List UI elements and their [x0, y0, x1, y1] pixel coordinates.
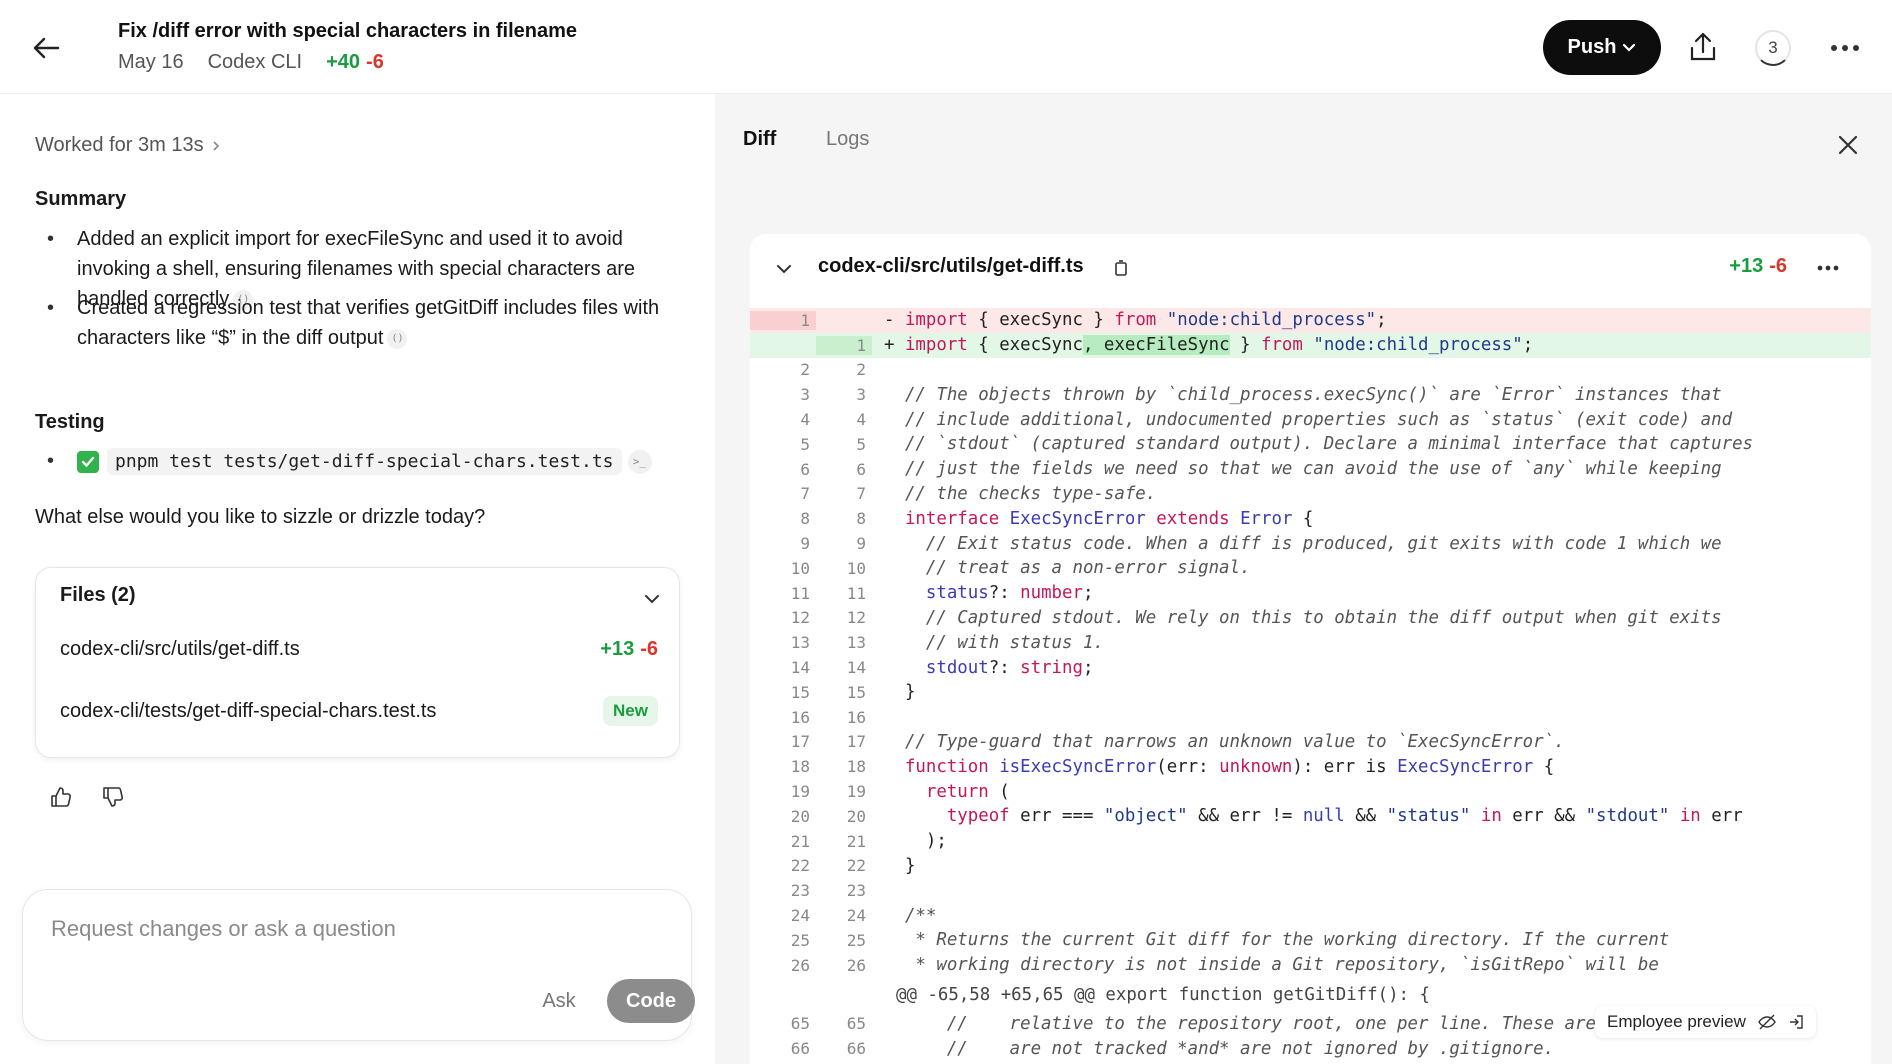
diff-file-header: codex-cli/src/utils/get-diff.ts +13 -6	[750, 234, 1871, 302]
file-row[interactable]: codex-cli/tests/get-diff-special-chars.t…	[60, 696, 658, 726]
summary-list-2: Created a regression test that verifies …	[35, 293, 685, 353]
task-title: Fix /diff error with special characters …	[118, 20, 578, 42]
thumbs-up-icon[interactable]	[48, 784, 74, 810]
feedback-buttons	[48, 784, 126, 810]
push-label: Push	[1567, 36, 1617, 58]
diff-line: 33 // The objects thrown by `child_proce…	[800, 384, 1722, 405]
diff-line-added: 1 + import { execSync, execFileSync } fro…	[750, 332, 1871, 358]
summary-heading: Summary	[35, 188, 127, 210]
push-button[interactable]: Push	[1543, 20, 1661, 75]
file-stat: +13 -6	[600, 638, 658, 660]
diff-line: 66 // just the fields we need so that we…	[800, 459, 1722, 480]
ask-button[interactable]: Ask	[519, 980, 599, 1022]
diff-line: 23 23	[790, 881, 866, 901]
test-command: pnpm test tests/get-diff-special-chars.t…	[107, 448, 622, 475]
diff-line: 12 12 // Captured stdout. We rely on this…	[790, 607, 1722, 628]
back-arrow-icon[interactable]	[26, 28, 66, 68]
progress-ring	[1755, 30, 1791, 66]
test-item: • pnpm test tests/get-diff-special-chars…	[35, 448, 652, 475]
task-source: Codex CLI	[207, 51, 303, 73]
diff-line: 16 16	[790, 707, 866, 727]
file-path: codex-cli/tests/get-diff-special-chars.t…	[60, 699, 437, 722]
collapse-chevron-icon[interactable]	[772, 257, 796, 281]
diff-stat: +13 -6	[1729, 255, 1787, 277]
diff-file-path: codex-cli/src/utils/get-diff.ts	[818, 255, 1084, 277]
file-path: codex-cli/src/utils/get-diff.ts	[60, 638, 300, 660]
diff-line: 26 26 * working directory is not inside a…	[790, 955, 1659, 976]
diff-line: 14 14 stdout?: string;	[790, 657, 1094, 678]
diff-line: 22 22 }	[790, 855, 916, 876]
close-icon[interactable]	[1833, 130, 1863, 160]
tab-logs[interactable]: Logs	[826, 128, 869, 151]
diff-line: 18 18 function isExecSyncError(err: unkno…	[790, 756, 1555, 777]
composer: Ask Code	[22, 889, 695, 1041]
diff-line: 25 25 * Returns the current Git diff for …	[790, 930, 1670, 951]
task-meta: May 16 Codex CLI +40 -6	[118, 51, 384, 74]
tab-diff[interactable]: Diff	[743, 128, 776, 151]
deletions-count: -6	[366, 51, 384, 73]
task-date: May 16	[118, 51, 184, 73]
chevron-down-icon[interactable]	[639, 586, 665, 612]
diff-line: 19 19 return (	[790, 781, 1010, 802]
check-icon	[77, 450, 99, 473]
diff-line: 17 17 // Type-guard that narrows an unkno…	[790, 731, 1565, 752]
thumbs-down-icon[interactable]	[100, 784, 126, 810]
employee-preview-badge[interactable]: Employee preview	[1595, 1006, 1816, 1038]
file-row[interactable]: codex-cli/src/utils/get-diff.ts +13 -6	[60, 638, 658, 661]
code-button[interactable]: Code	[607, 979, 695, 1023]
diff-line: 99 // Exit status code. When a diff is p…	[800, 533, 1722, 554]
more-options-icon[interactable]	[1811, 254, 1845, 282]
diff-line: 11 11 status?: number;	[790, 583, 1094, 604]
worked-duration[interactable]: Worked for 3m 13s	[35, 134, 220, 157]
diff-line: 77 // the checks type-safe.	[800, 483, 1157, 504]
chevron-right-icon	[213, 140, 219, 151]
copy-icon[interactable]	[1110, 257, 1132, 279]
request-input[interactable]	[51, 916, 651, 942]
chevron-down-icon	[1623, 43, 1636, 52]
files-card: Files (2) codex-cli/src/utils/get-diff.t…	[35, 567, 680, 758]
diff-line: 66 66 // are not tracked *and* are not ig…	[790, 1038, 1555, 1059]
diff-line: 10 10 // treat as a non-error signal.	[790, 558, 1251, 579]
diff-card: codex-cli/src/utils/get-diff.ts +13 -6 1-…	[750, 234, 1871, 1064]
task-counter[interactable]: 3	[1755, 30, 1791, 66]
share-icon[interactable]	[1682, 26, 1724, 68]
diff-line: 88 interface ExecSyncError extends Error…	[800, 508, 1314, 529]
more-options-icon[interactable]	[1822, 28, 1868, 68]
code-diff: 1- import { execSync } from "node:child_…	[750, 308, 1871, 1061]
diff-line: 21 21 );	[790, 831, 947, 852]
top-bar: Fix /diff error with special characters …	[0, 0, 1892, 94]
diff-line: 22	[800, 360, 866, 380]
conversation-panel: Worked for 3m 13s Summary Added an expli…	[0, 94, 715, 1064]
diff-line: 15 15 }	[790, 682, 916, 703]
diff-line-removed: 1- import { execSync } from "node:child_…	[750, 308, 1871, 333]
diff-line: 13 13 // with status 1.	[790, 632, 1104, 653]
exit-icon[interactable]	[1788, 1014, 1804, 1030]
diff-line: 20 20 typeof err === "object" && err != n…	[790, 806, 1743, 827]
additions-count: +40	[326, 51, 361, 73]
diff-line: 55 // `stdout` (captured standard output…	[800, 434, 1754, 455]
citation-icon[interactable]: ()	[387, 328, 408, 349]
terminal-icon[interactable]: >_	[627, 449, 652, 474]
eye-off-icon[interactable]	[1758, 1014, 1776, 1030]
worked-label: Worked for 3m 13s	[35, 134, 204, 156]
testing-heading: Testing	[35, 411, 105, 433]
files-heading: Files (2)	[60, 584, 136, 606]
diff-line: 24 24 /**	[790, 905, 937, 926]
followup-question: What else would you like to sizzle or dr…	[35, 506, 486, 528]
summary-item: Created a regression test that verifies …	[35, 293, 685, 353]
diff-panel: Diff Logs codex-cli/src/utils/get-diff.t…	[715, 94, 1892, 1064]
new-badge: New	[603, 696, 658, 726]
employee-preview-label: Employee preview	[1607, 1012, 1746, 1031]
diff-line: 44 // include additional, undocumented p…	[800, 409, 1733, 430]
